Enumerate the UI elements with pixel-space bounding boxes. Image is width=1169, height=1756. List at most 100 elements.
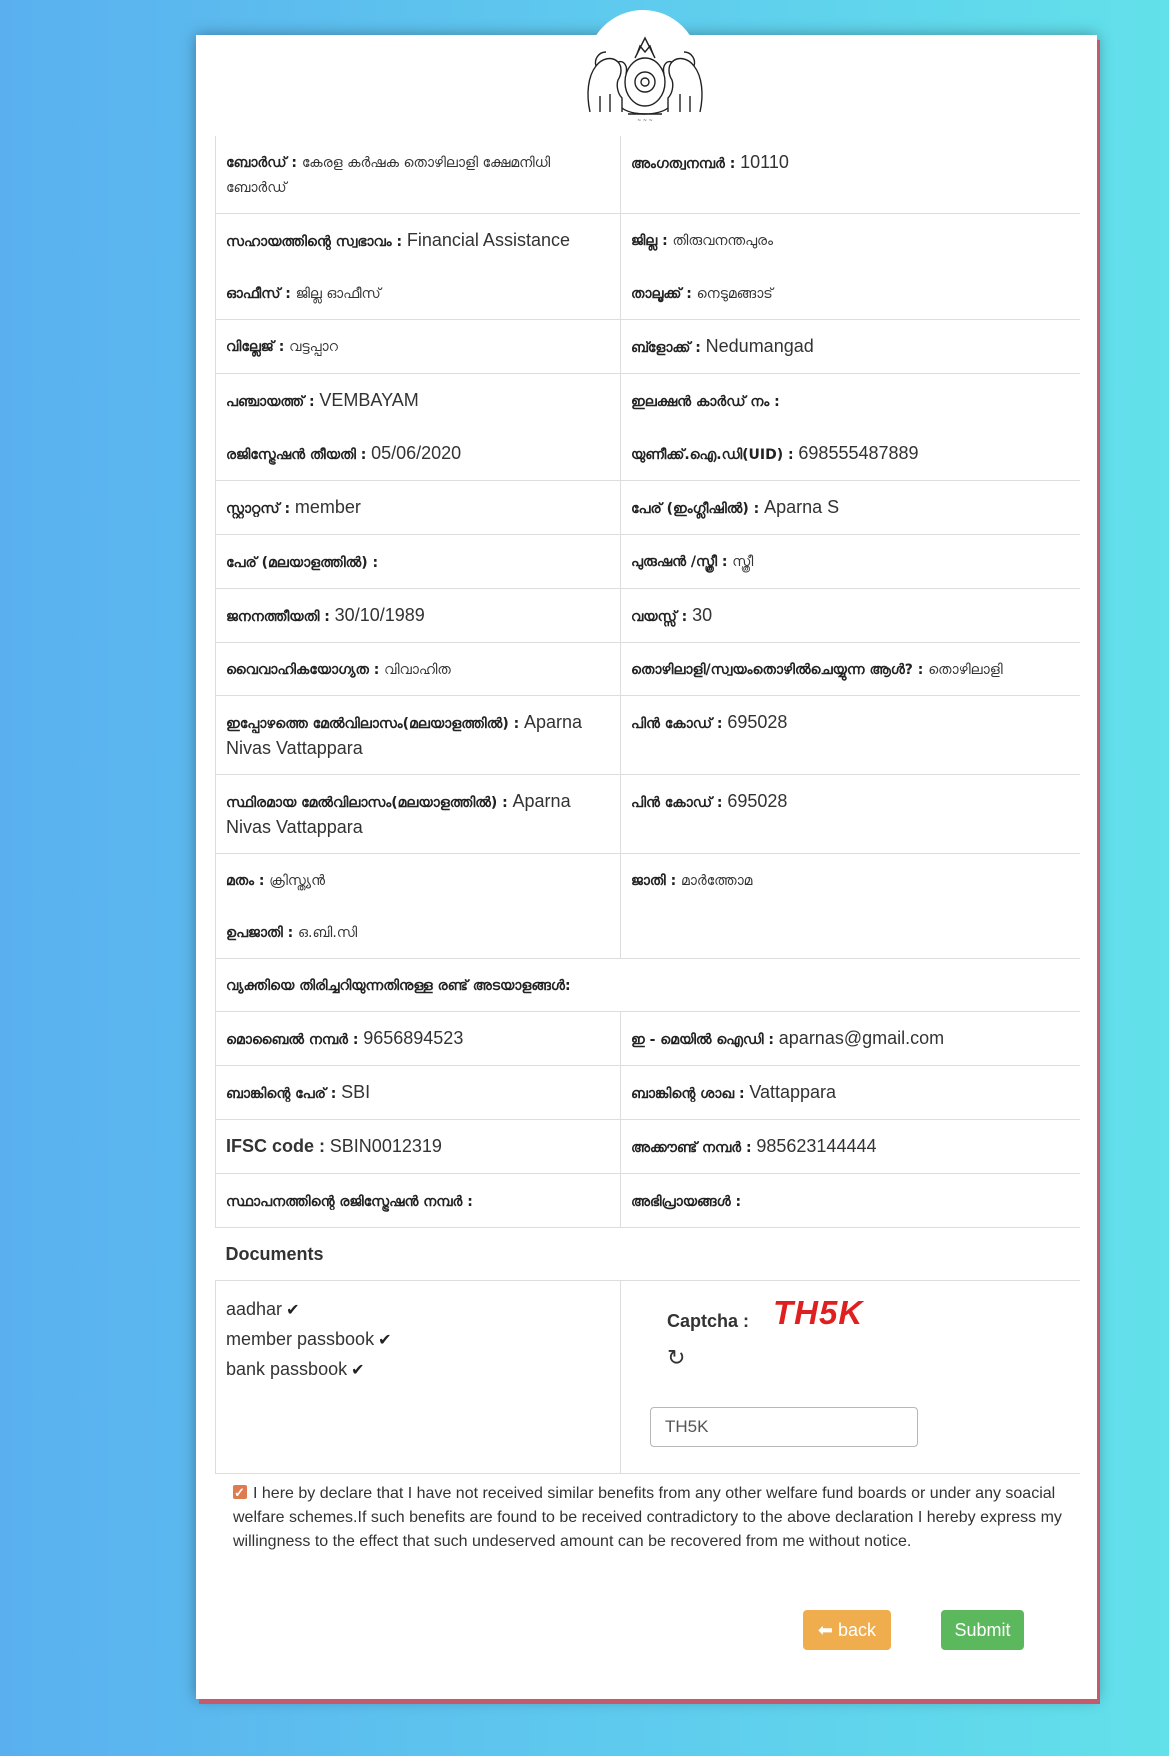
field-value: Vattappara <box>749 1082 837 1102</box>
captcha-label: Captcha : <box>667 1311 750 1331</box>
field-value: സ്ത്രീ <box>732 554 754 570</box>
field-value: Financial Assistance <box>406 230 570 250</box>
field-label: ബാങ്കിന്റെ പേര് : <box>226 1086 337 1102</box>
field-label: ഇപ്പോഴത്തെ മേൽവിലാസം(മലയാളത്തിൽ) : <box>226 716 520 732</box>
field-label: യുണീക്ക്.ഐ.ഡി(UID) : <box>631 447 794 463</box>
field-label: പിൻ കോഡ് : <box>631 716 723 732</box>
detail-row: സഹായത്തിന്റെ സ്വഭാവം : Financial Assista… <box>215 213 1080 268</box>
detail-row: സ്ഥിരമായ മേൽവിലാസം(മലയാളത്തിൽ) : Aparna … <box>215 774 1080 854</box>
detail-cell-right: ഇ - മെയിൽ ഐഡി : aparnas@gmail.com <box>620 1011 1080 1066</box>
arrow-left-icon: ⬅ <box>817 1620 834 1640</box>
detail-row: ഓഫീസ് : ജില്ല ഓഫീസ് താലൂക്ക് : നെടുമങ്ങാട… <box>215 267 1080 320</box>
documents-list: aadhar ✔ member passbook ✔ bank passbook ✔ <box>226 1295 610 1385</box>
declaration-checkbox[interactable] <box>233 1481 247 1505</box>
detail-cell-right: വയസ്സ് : 30 <box>620 588 1080 643</box>
field-label: ഓഫീസ് : <box>226 286 291 302</box>
field-value: 30 <box>692 605 713 625</box>
field-value: 695028 <box>727 712 788 732</box>
detail-row: മൊബൈൽ നമ്പർ : 9656894523 ഇ - മെയിൽ ഐഡി : … <box>215 1011 1080 1066</box>
detail-cell-left: ഉപജാതി : ഒ.ബി.സി <box>215 906 621 959</box>
detail-row: പേര് (മലയാളത്തിൽ) : പുരുഷൻ /സ്ത്രീ : സ്ത… <box>215 534 1080 589</box>
detail-cell-right: പുരുഷൻ /സ്ത്രീ : സ്ത്രീ <box>620 534 1080 589</box>
detail-row: വില്ലേജ് : വട്ടപ്പാറ ബ്ളോക്ക് : Nedumanga… <box>215 319 1080 374</box>
detail-row: സ്റ്റാറ്റസ് : member പേര് (ഇംഗ്ലീഷിൽ) : A… <box>215 480 1080 535</box>
detail-row: ഉപജാതി : ഒ.ബി.സി <box>215 906 1080 959</box>
field-value: Nedumangad <box>705 336 814 356</box>
submit-label: Submit <box>954 1620 1011 1640</box>
detail-cell-right: പിൻ കോഡ് : 695028 <box>620 774 1080 854</box>
detail-cell-right: ജാതി : മാർത്തോമ <box>621 854 1080 907</box>
field-label: സ്ഥാപനത്തിന്റെ രജിസ്ട്രേഷൻ നമ്പർ : <box>226 1194 473 1210</box>
document-name: aadhar <box>226 1299 283 1319</box>
detail-row: ഇപ്പോഴത്തെ മേൽവിലാസം(മലയാളത്തിൽ) : Aparn… <box>215 695 1080 775</box>
field-label: പേര് (മലയാളത്തിൽ) : <box>226 555 379 571</box>
field-label: ബോർഡ് : <box>226 155 298 171</box>
field-value: മാർത്തോമ <box>680 873 753 889</box>
detail-cell-left: പഞ്ചായത്ത് : VEMBAYAM <box>215 373 621 427</box>
field-value: നെടുമങ്ങാട് <box>696 286 773 302</box>
detail-cell-left: ജനനത്തീയതി : 30/10/1989 <box>215 588 621 643</box>
field-label: അഭിപ്രായങ്ങൾ : <box>631 1194 742 1210</box>
detail-cell-left: ഓഫീസ് : ജില്ല ഓഫീസ് <box>215 267 621 320</box>
field-label: ജില്ല : <box>631 233 668 249</box>
detail-cell-right: അക്കൗണ്ട് നമ്പർ : 985623144444 <box>620 1119 1080 1174</box>
field-label: ജാതി : <box>631 873 677 889</box>
detail-cell-left: സ്ഥാപനത്തിന്റെ രജിസ്ട്രേഷൻ നമ്പർ : <box>215 1173 621 1228</box>
field-label: ഉപജാതി : <box>226 925 294 941</box>
field-value: SBIN0012319 <box>329 1136 442 1156</box>
captcha-code: TH5K <box>773 1294 864 1331</box>
field-label: രജിസ്ട്രേഷൻ തീയതി : <box>226 447 367 463</box>
field-label: ജനനത്തീയതി : <box>226 609 330 625</box>
detail-cell-right: ജില്ല : തിരുവനന്തപുരം <box>621 214 1080 268</box>
document-item: member passbook ✔ <box>226 1325 610 1355</box>
back-button[interactable]: ⬅ back <box>803 1610 891 1650</box>
detail-row: രജിസ്ട്രേഷൻ തീയതി : 05/06/2020 യുണീക്ക്.ഐ… <box>215 427 1080 481</box>
detail-row: വൈവാഹികയോഗ്യത : വിവാഹിത തൊഴിലാളി/സ്വയംതൊഴ… <box>215 642 1080 696</box>
detail-cell-left: സഹായത്തിന്റെ സ്വഭാവം : Financial Assista… <box>215 213 621 267</box>
detail-cell-left: പേര് (മലയാളത്തിൽ) : <box>215 534 621 589</box>
member-details-table: ബോർഡ് : കേരള കർഷക തൊഴിലാളി ക്ഷേമനിധി ബോർ… <box>215 136 1080 1474</box>
field-value: 698555487889 <box>798 443 919 463</box>
back-label: back <box>838 1620 877 1640</box>
field-value: Aparna S <box>764 497 840 517</box>
document-item: bank passbook ✔ <box>226 1355 610 1385</box>
detail-cell-right: താലൂക്ക് : നെടുമങ്ങാട് <box>620 267 1080 320</box>
field-value: തിരുവനന്തപുരം <box>672 233 773 249</box>
detail-cell-right: അംഗത്വനമ്പർ : 10110 <box>620 136 1080 214</box>
detail-cell-left: വൈവാഹികയോഗ്യത : വിവാഹിത <box>215 642 621 696</box>
field-value: 695028 <box>727 791 788 811</box>
svg-text:~ ~ ~: ~ ~ ~ <box>637 118 653 124</box>
field-value: VEMBAYAM <box>319 390 419 410</box>
detail-row: ജനനത്തീയതി : 30/10/1989 വയസ്സ് : 30 <box>215 588 1080 643</box>
detail-row: IFSC code : SBIN0012319 അക്കൗണ്ട് നമ്പർ :… <box>215 1119 1080 1174</box>
documents-title: Documents <box>225 1244 324 1264</box>
detail-cell-left: IFSC code : SBIN0012319 <box>215 1119 621 1174</box>
detail-cell-right: ബ്ളോക്ക് : Nedumangad <box>620 319 1080 374</box>
field-value: ഒ.ബി.സി <box>298 925 358 941</box>
field-label: സഹായത്തിന്റെ സ്വഭാവം : <box>226 234 403 250</box>
refresh-icon[interactable]: ↻ <box>667 1347 685 1371</box>
captcha-input[interactable] <box>650 1407 918 1447</box>
identification-marks-label: വ്യക്തിയെ തിരിച്ചറിയുന്നതിനുള്ള രണ്ട് അട… <box>226 978 571 994</box>
field-label: ഇലക്ഷൻ കാർഡ് നം : <box>631 394 780 410</box>
detail-cell-left: ബോർഡ് : കേരള കർഷക തൊഴിലാളി ക്ഷേമനിധി ബോർ… <box>215 136 621 214</box>
submit-button[interactable]: Submit <box>941 1610 1024 1650</box>
kerala-state-emblem-icon: ~ ~ ~ <box>587 36 703 124</box>
field-value: ക്രിസ്ത്യൻ <box>269 873 325 889</box>
field-value: 985623144444 <box>756 1136 877 1156</box>
detail-cell-left: ബാങ്കിന്റെ പേര് : SBI <box>215 1065 621 1120</box>
field-label: സ്റ്റാറ്റസ് : <box>226 501 291 517</box>
field-value: തൊഴിലാളി <box>928 662 1003 678</box>
field-value: വട്ടപ്പാറ <box>289 339 338 355</box>
field-label: വൈവാഹികയോഗ്യത : <box>226 662 380 678</box>
field-label: വില്ലേജ് : <box>226 339 285 355</box>
field-value: member <box>294 497 361 517</box>
check-icon: ✔ <box>351 1362 365 1379</box>
field-value: വിവാഹിത <box>384 662 451 678</box>
field-label: മൊബൈൽ നമ്പർ : <box>226 1032 359 1048</box>
field-value: 30/10/1989 <box>334 605 425 625</box>
detail-row: ബോർഡ് : കേരള കർഷക തൊഴിലാളി ക്ഷേമനിധി ബോർ… <box>215 136 1080 214</box>
detail-row: പഞ്ചായത്ത് : VEMBAYAM ഇലക്ഷൻ കാർഡ് നം : <box>215 373 1080 427</box>
field-label: പുരുഷൻ /സ്ത്രീ : <box>631 554 728 570</box>
detail-cell-right: അഭിപ്രായങ്ങൾ : <box>620 1173 1080 1228</box>
